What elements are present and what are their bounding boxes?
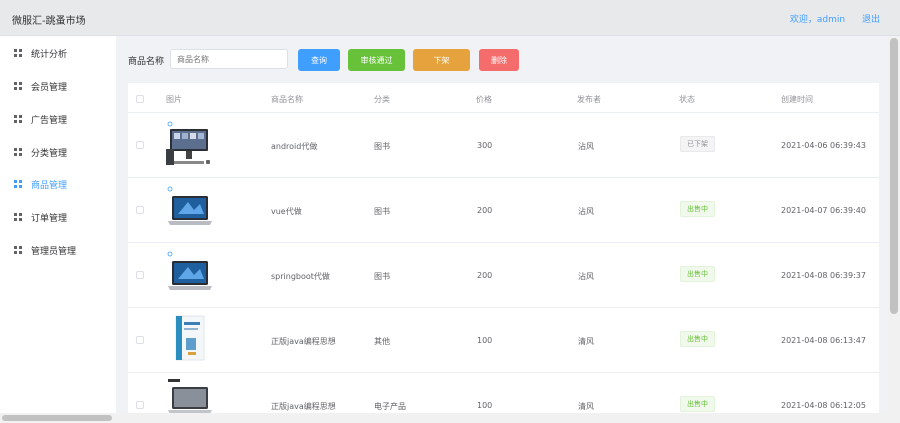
product-category: 图书: [374, 272, 390, 281]
row-checkbox[interactable]: [136, 401, 144, 409]
table-row[interactable]: springboot代做 图书 200 沾风 出售中 2021-04-08 06…: [128, 243, 879, 308]
product-created-time: 2021-04-06 06:39:43: [781, 141, 866, 150]
product-category: 其他: [374, 337, 390, 346]
sidebar-item-admins[interactable]: 管理员管理: [0, 240, 116, 260]
main-content: 商品名称 查询 审核通过 下架 删除 图片 商品名称 分类 价格 发布者 状态 …: [116, 36, 888, 423]
grid-icon: [14, 180, 22, 188]
product-name: vue代做: [271, 207, 302, 216]
product-name: springboot代做: [271, 272, 330, 281]
row-checkbox[interactable]: [136, 141, 144, 149]
laptop-icon: [167, 251, 212, 290]
off-shelf-button[interactable]: 下架: [413, 49, 470, 71]
audit-approve-button[interactable]: 审核通过: [348, 49, 405, 71]
welcome-user-link[interactable]: 欢迎，admin: [790, 15, 845, 25]
column-header-publisher: 发布者: [577, 95, 601, 104]
product-publisher: 沾风: [578, 207, 594, 216]
column-header-category: 分类: [374, 95, 390, 104]
product-category: 图书: [374, 207, 390, 216]
status-badge: 出售中: [680, 396, 715, 412]
query-button[interactable]: 查询: [298, 49, 340, 71]
sidebar-item-categories[interactable]: 分类管理: [0, 142, 116, 162]
product-price: 100: [477, 336, 493, 345]
product-publisher: 清风: [578, 337, 594, 346]
grid-icon: [14, 115, 22, 123]
product-name: 正版java编程思想: [271, 402, 336, 411]
product-category: 图书: [374, 142, 390, 151]
sidebar-item-label: 管理员管理: [31, 246, 77, 257]
sidebar-item-products[interactable]: 商品管理: [0, 174, 116, 194]
sidebar-item-label: 分类管理: [31, 148, 68, 159]
status-badge: 出售中: [680, 266, 715, 282]
sidebar-item-label: 订单管理: [31, 213, 68, 224]
sidebar-item-label: 商品管理: [31, 180, 68, 191]
column-header-name: 商品名称: [271, 95, 303, 104]
product-price: 100: [477, 401, 493, 410]
status-badge: 已下架: [680, 136, 715, 152]
table-row[interactable]: 正版java编程思想 其他 100 清风 出售中 2021-04-08 06:1…: [128, 308, 879, 373]
grid-icon: [14, 246, 22, 254]
grid-icon: [14, 49, 22, 57]
delete-button[interactable]: 删除: [479, 49, 519, 71]
sidebar-item-label: 统计分析: [31, 49, 68, 60]
column-header-image: 图片: [166, 95, 182, 104]
product-name-search-input[interactable]: [170, 49, 288, 69]
product-table: 图片 商品名称 分类 价格 发布者 状态 创建时间 android代做 图书 3…: [128, 83, 879, 423]
column-header-price: 价格: [476, 95, 492, 104]
row-checkbox[interactable]: [136, 336, 144, 344]
desktop-pc-icon: [166, 121, 210, 165]
row-checkbox[interactable]: [136, 271, 144, 279]
product-publisher: 沾风: [578, 272, 594, 281]
vertical-scroll-thumb[interactable]: [890, 38, 898, 314]
table-row[interactable]: vue代做 图书 200 沾风 出售中 2021-04-07 06:39:40: [128, 178, 879, 243]
sidebar-item-members[interactable]: 会员管理: [0, 76, 116, 96]
product-created-time: 2021-04-07 06:39:40: [781, 206, 866, 215]
product-category: 电子产品: [374, 402, 406, 411]
status-badge: 出售中: [680, 331, 715, 347]
user-area: 欢迎，admin 退出: [776, 12, 880, 25]
grid-icon: [14, 82, 22, 90]
product-price: 200: [477, 271, 493, 280]
table-row[interactable]: android代做 图书 300 沾风 已下架 2021-04-06 06:39…: [128, 113, 879, 178]
sidebar-item-label: 会员管理: [31, 82, 68, 93]
table-header: 图片 商品名称 分类 价格 发布者 状态 创建时间: [128, 83, 879, 113]
horizontal-scroll-thumb[interactable]: [2, 415, 112, 421]
app-title: 微服汇-跳蚤市场: [12, 16, 86, 27]
product-created-time: 2021-04-08 06:39:37: [781, 271, 866, 280]
column-header-created: 创建时间: [781, 95, 813, 104]
product-price: 200: [477, 206, 493, 215]
top-bar: 微服汇-跳蚤市场 欢迎，admin 退出: [0, 0, 900, 36]
sidebar-item-orders[interactable]: 订单管理: [0, 207, 116, 227]
product-publisher: 清风: [578, 402, 594, 411]
status-badge: 出售中: [680, 201, 715, 217]
logout-link[interactable]: 退出: [862, 15, 880, 25]
product-created-time: 2021-04-08 06:12:05: [781, 401, 866, 410]
grid-icon: [14, 213, 22, 221]
book-icon: [175, 315, 205, 361]
horizontal-scrollbar[interactable]: [0, 413, 888, 423]
sidebar-item-label: 广告管理: [31, 115, 68, 126]
row-checkbox[interactable]: [136, 206, 144, 214]
product-price: 300: [477, 141, 493, 150]
sidebar: 统计分析 会员管理 广告管理 分类管理 商品管理 订单管理 管理员管理: [0, 36, 116, 413]
sidebar-item-ads[interactable]: 广告管理: [0, 109, 116, 129]
product-created-time: 2021-04-08 06:13:47: [781, 336, 866, 345]
product-name: android代做: [271, 142, 318, 151]
grid-icon: [14, 148, 22, 156]
product-name: 正版java编程思想: [271, 337, 336, 346]
select-all-checkbox[interactable]: [136, 95, 144, 103]
laptop-icon: [167, 186, 212, 225]
sidebar-item-statistics[interactable]: 统计分析: [0, 43, 116, 63]
column-header-status: 状态: [679, 95, 695, 104]
search-label: 商品名称: [128, 57, 165, 67]
product-publisher: 沾风: [578, 142, 594, 151]
